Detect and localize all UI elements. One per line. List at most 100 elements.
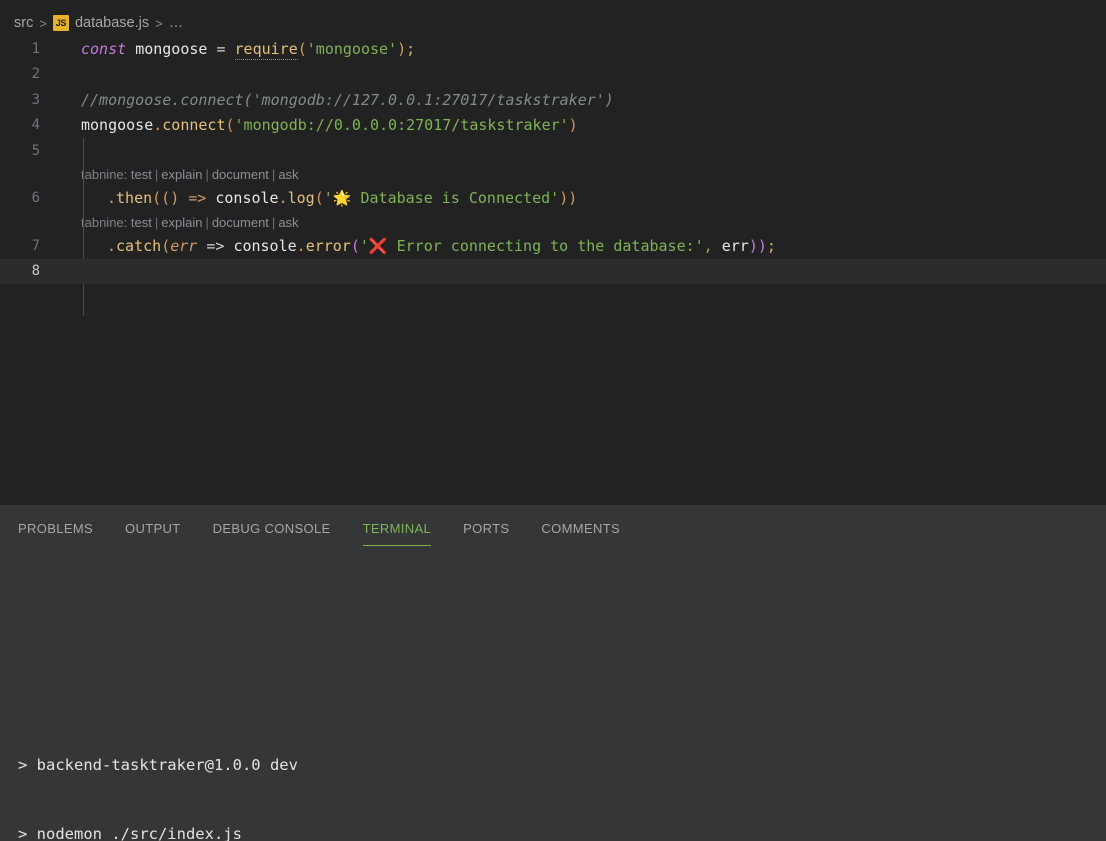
- token-method: then: [116, 189, 153, 208]
- line-number-active: 8: [31, 263, 40, 280]
- token-open-paren: (: [161, 236, 171, 255]
- code-line-active[interactable]: 8: [0, 258, 1106, 284]
- codelens-pipe: |: [271, 167, 276, 182]
- token-keyword: const: [81, 39, 127, 58]
- code-line[interactable]: 1 const mongoose = require('mongoose');: [0, 36, 1106, 62]
- token-open-paren: (: [314, 189, 324, 208]
- codelens-pipe: |: [154, 214, 159, 230]
- token-method: connect: [162, 116, 226, 135]
- tab-output[interactable]: OUTPUT: [125, 509, 181, 546]
- breadcrumb-overflow[interactable]: …: [169, 15, 185, 31]
- codelens-action-ask[interactable]: ask: [278, 167, 298, 182]
- codelens-action-test[interactable]: test: [131, 167, 152, 182]
- codelens-prefix: tabnine:: [81, 167, 131, 182]
- token-close: )): [748, 236, 767, 255]
- token-dot: .: [107, 236, 117, 255]
- code-editor[interactable]: src > JS database.js > … 1 const mongoos…: [0, 0, 1106, 505]
- token-arrow: =>: [197, 236, 234, 255]
- indent-guide: [83, 138, 84, 316]
- line-number: 2: [31, 66, 40, 83]
- token-semicolon: ;: [406, 39, 416, 58]
- token-string: 'mongoose': [306, 39, 398, 58]
- code-line[interactable]: 5: [0, 138, 1106, 164]
- bottom-panel: PROBLEMS OUTPUT DEBUG CONSOLE TERMINAL P…: [0, 505, 1106, 841]
- line-content[interactable]: const mongoose = require('mongoose');: [56, 39, 1106, 60]
- breadcrumb-separator-icon-2: >: [155, 15, 163, 31]
- tab-debug-console[interactable]: DEBUG CONSOLE: [213, 509, 331, 546]
- token-method: catch: [116, 236, 162, 255]
- cross-mark-emoji-icon: ❌: [368, 236, 388, 255]
- token-variable: mongoose: [135, 39, 208, 58]
- token-error: error: [305, 236, 351, 255]
- codelens-prefix: tabnine:: [81, 214, 131, 230]
- line-number: 3: [31, 91, 40, 108]
- token-quote: ': [359, 236, 369, 255]
- codelens-action-explain[interactable]: explain: [161, 167, 202, 182]
- panel-tab-bar[interactable]: PROBLEMS OUTPUT DEBUG CONSOLE TERMINAL P…: [0, 505, 652, 550]
- codelens-pipe: |: [271, 214, 276, 230]
- codelens-pipe: |: [205, 167, 209, 182]
- token-string-text: Database is Connected': [351, 189, 560, 208]
- code-line[interactable]: 6 .then(() => console.log('🌟 Database is…: [0, 186, 1106, 212]
- token-close-paren: ): [397, 39, 407, 58]
- js-file-icon: JS: [52, 15, 69, 31]
- tab-problems[interactable]: PROBLEMS: [18, 509, 93, 546]
- codelens-action-document[interactable]: document: [212, 167, 269, 182]
- tab-comments[interactable]: COMMENTS: [541, 509, 620, 546]
- tab-ports[interactable]: PORTS: [463, 509, 509, 546]
- token-comma: ,: [703, 236, 722, 255]
- code-content[interactable]: 1 const mongoose = require('mongoose'); …: [0, 36, 1106, 316]
- vscode-window: src > JS database.js > … 1 const mongoos…: [0, 0, 1106, 841]
- token-param: err: [170, 236, 198, 255]
- codelens-action-explain[interactable]: explain: [161, 215, 202, 230]
- breadcrumb-folder[interactable]: src: [14, 15, 33, 31]
- codelens-action-test[interactable]: test: [131, 215, 152, 230]
- code-line[interactable]: 7 .catch(err => console.error('❌ Error c…: [0, 233, 1106, 259]
- terminal-line: > backend-tasktraker@1.0.0 dev: [18, 755, 298, 774]
- code-line[interactable]: 2: [0, 62, 1106, 88]
- token-object: mongoose: [81, 116, 154, 135]
- code-line[interactable]: 4 mongoose.connect('mongodb://0.0.0.0:27…: [0, 113, 1106, 139]
- token-open-paren: (: [225, 116, 235, 135]
- token-open-paren-2: (: [350, 236, 360, 255]
- terminal-output[interactable]: > backend-tasktraker@1.0.0 dev > nodemon…: [0, 550, 1106, 841]
- line-content[interactable]: mongoose.connect('mongodb://0.0.0.0:2701…: [56, 116, 1106, 134]
- line-number: 1: [31, 40, 40, 57]
- breadcrumb-separator-icon: >: [39, 15, 47, 31]
- code-line[interactable]: 3 //mongoose.connect('mongodb://127.0.0.…: [0, 87, 1106, 113]
- star-emoji-icon: 🌟: [332, 189, 352, 208]
- token-string: 'mongodb://0.0.0.0:27017/taskstraker': [234, 116, 569, 135]
- token-dot-2: .: [278, 189, 288, 208]
- token-comment: //mongoose.connect('mongodb://127.0.0.1:…: [81, 90, 614, 109]
- line-content[interactable]: .then(() => console.log('🌟 Database is C…: [56, 189, 1106, 207]
- token-string-text: Error connecting to the database:': [387, 236, 704, 255]
- tab-terminal[interactable]: TERMINAL: [362, 509, 432, 546]
- codelens-action-ask[interactable]: ask: [278, 215, 298, 230]
- breadcrumb-file[interactable]: database.js: [75, 15, 149, 31]
- line-number: 7: [31, 237, 40, 254]
- codelens-pipe: |: [154, 167, 159, 182]
- codelens-row[interactable]: tabnine: test | explain | document | ask: [0, 164, 1106, 186]
- token-dot: .: [107, 189, 117, 208]
- line-content[interactable]: .catch(err => console.error('❌ Error con…: [56, 237, 1106, 255]
- token-space-3: [226, 40, 235, 58]
- codelens-body[interactable]: tabnine: test | explain | document | ask: [56, 215, 299, 230]
- codelens-body[interactable]: tabnine: test | explain | document | ask: [56, 167, 299, 182]
- token-close: )): [559, 189, 578, 208]
- line-number: 6: [31, 190, 40, 207]
- token-dot-2: .: [296, 236, 306, 255]
- token-close-paren: ): [568, 116, 578, 135]
- token-open-paren: (: [297, 39, 307, 58]
- breadcrumb[interactable]: src > JS database.js > …: [0, 11, 184, 35]
- codelens-action-document[interactable]: document: [212, 215, 269, 230]
- line-number: 5: [31, 142, 40, 159]
- token-operator: =: [216, 39, 226, 58]
- token-arrow-params: (() =>: [152, 189, 216, 208]
- token-err-arg: err: [721, 236, 749, 255]
- line-content[interactable]: //mongoose.connect('mongodb://127.0.0.1:…: [56, 91, 1106, 109]
- codelens-row[interactable]: tabnine: test | explain | document | ask: [0, 211, 1106, 233]
- token-console: console: [233, 236, 297, 255]
